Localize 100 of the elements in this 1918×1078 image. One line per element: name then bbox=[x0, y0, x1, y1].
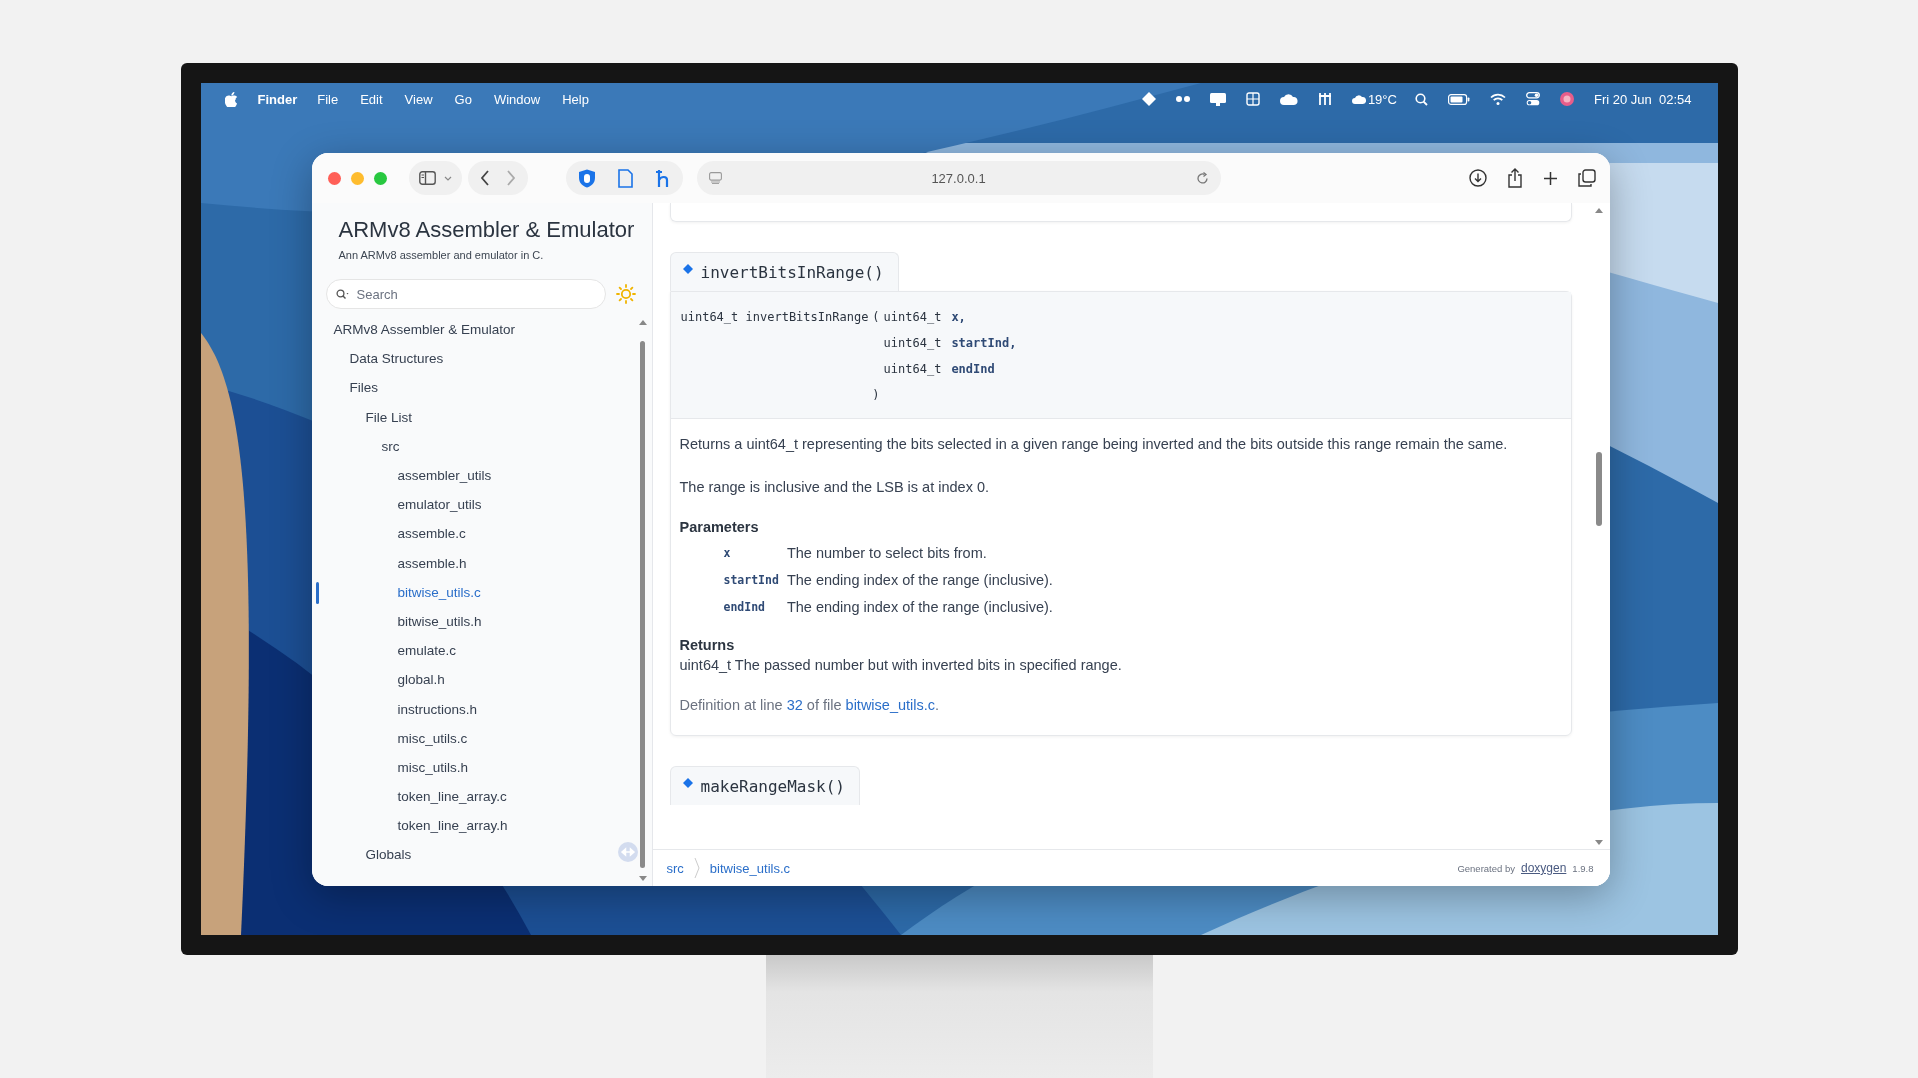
generated-by-text: Generated by bbox=[1457, 862, 1515, 874]
scroll-up-icon[interactable] bbox=[638, 319, 647, 325]
param-name: startInd bbox=[723, 573, 779, 587]
nav-tree-item[interactable]: global.h bbox=[397, 672, 445, 688]
param-description: The ending index of the range (inclusive). bbox=[786, 599, 1054, 615]
nav-tree-item[interactable]: misc_utils.h bbox=[397, 759, 469, 775]
nav-tree-item[interactable]: ARMv8 Assembler & Emulator bbox=[333, 322, 516, 338]
assistant-icon[interactable] bbox=[1559, 92, 1574, 106]
scroll-up-icon[interactable] bbox=[1594, 207, 1603, 213]
description-text: Returns a uint64_t representing the bits selected in a given range being inverted and the bits outside this range remain the same. bbox=[679, 435, 1509, 454]
menu-item[interactable]: Window bbox=[493, 91, 541, 107]
file-link[interactable]: bitwise_utils.c bbox=[845, 697, 935, 713]
paren: ( bbox=[872, 310, 880, 324]
new-tab-icon[interactable] bbox=[1542, 170, 1558, 186]
section-heading: Returns bbox=[679, 637, 736, 653]
line-link[interactable]: 32 bbox=[786, 697, 803, 713]
nav-tree-item[interactable]: assemble.c bbox=[397, 526, 466, 542]
nav-tree-item[interactable]: Files bbox=[349, 380, 378, 396]
scroll-down-icon[interactable] bbox=[638, 876, 647, 882]
address-bar[interactable]: 127.0.0.1 bbox=[696, 161, 1221, 195]
diamond-icon bbox=[682, 264, 693, 274]
breadcrumb-link[interactable]: bitwise_utils.c bbox=[709, 860, 791, 876]
app-menu[interactable]: Finder bbox=[257, 91, 298, 107]
shield-icon[interactable] bbox=[577, 168, 596, 188]
separator-icon bbox=[693, 857, 700, 879]
section-heading: Parameters bbox=[679, 519, 760, 535]
paren: ) bbox=[872, 388, 880, 402]
project-title: ARMv8 Assembler & Emulator bbox=[338, 217, 636, 243]
nav-tree-item[interactable]: instructions.h bbox=[397, 701, 478, 717]
param-name: startInd, bbox=[951, 336, 1017, 350]
diamond-icon bbox=[682, 778, 693, 788]
battery-icon[interactable] bbox=[1447, 93, 1470, 105]
param-description: The ending index of the range (inclusive). bbox=[786, 572, 1054, 588]
share-icon[interactable] bbox=[1506, 168, 1523, 188]
return-type: uint64_t bbox=[680, 310, 739, 324]
menu-item[interactable]: Go bbox=[454, 91, 472, 107]
search-field[interactable]: Search bbox=[325, 279, 606, 309]
grid-icon[interactable] bbox=[1245, 92, 1260, 106]
member-name: invertBitsInRange() bbox=[700, 262, 884, 282]
dots-icon[interactable] bbox=[1175, 96, 1190, 102]
scroll-down-icon[interactable] bbox=[1594, 840, 1603, 846]
caret-icon bbox=[443, 175, 452, 181]
description-text: The range is inclusive and the LSB is at index 0. bbox=[679, 478, 990, 497]
nav-tree-item[interactable]: Data Structures bbox=[349, 351, 444, 367]
nav-tree-item[interactable]: emulator_utils bbox=[397, 497, 482, 513]
param-name: x, bbox=[951, 310, 966, 324]
returns-text: uint64_t The passed number but with inverted bits in specified range. bbox=[679, 657, 1123, 673]
param-name: endInd bbox=[951, 362, 995, 376]
menu-item[interactable]: Help bbox=[562, 91, 589, 107]
selection-marker bbox=[315, 581, 319, 604]
sidebar-toggle-button[interactable] bbox=[408, 161, 462, 195]
scrollbar[interactable] bbox=[1593, 207, 1604, 846]
param-type: uint64_t bbox=[883, 336, 942, 350]
nav-tree-item[interactable]: src bbox=[381, 438, 400, 454]
back-button[interactable] bbox=[479, 170, 490, 186]
param-type: uint64_t bbox=[883, 310, 942, 324]
cloud-icon bbox=[1351, 94, 1366, 104]
wifi-icon[interactable] bbox=[1489, 93, 1506, 105]
definition-text: Definition at line 32 of file bitwise_utils.c. bbox=[679, 697, 941, 713]
tabs-icon[interactable] bbox=[1577, 169, 1596, 187]
bars-icon[interactable] bbox=[1317, 92, 1332, 106]
toggles-icon[interactable] bbox=[1525, 92, 1540, 106]
param-name: endInd bbox=[723, 600, 767, 614]
nav-tree-item[interactable]: emulate.c bbox=[397, 643, 457, 659]
close-button[interactable] bbox=[327, 171, 341, 185]
param-description: The number to select bits from. bbox=[786, 545, 988, 561]
document-icon[interactable] bbox=[617, 168, 633, 188]
nav-tree-item[interactable]: assembler_utils bbox=[397, 468, 492, 484]
search-icon[interactable] bbox=[1414, 92, 1428, 106]
breadcrumb-link[interactable]: src bbox=[666, 860, 684, 876]
nav-tree-item[interactable]: bitwise_utils.h bbox=[397, 613, 482, 629]
member-name: makeRangeMask() bbox=[700, 776, 845, 796]
function-name: invertBitsInRange bbox=[745, 310, 869, 324]
project-subtitle: Ann ARMv8 assembler and emulator in C. bbox=[338, 249, 545, 261]
nav-tree-item[interactable]: bitwise_utils.c bbox=[397, 584, 481, 600]
monitor-icon[interactable] bbox=[1209, 92, 1226, 106]
weather-reading[interactable]: 19°C bbox=[1351, 91, 1397, 107]
nav-tree-item[interactable]: Globals bbox=[365, 847, 412, 863]
sidebar-icon bbox=[418, 171, 436, 185]
page-icon bbox=[708, 172, 722, 184]
menu-item[interactable]: File bbox=[317, 91, 339, 107]
clock[interactable]: Fri 20 Jun 02:54 bbox=[1593, 91, 1692, 107]
nav-tree-item[interactable]: token_line_array.h bbox=[397, 818, 508, 834]
apple-icon[interactable] bbox=[224, 91, 238, 107]
generator-link[interactable]: doxygen bbox=[1521, 861, 1567, 875]
menu-item[interactable]: Edit bbox=[360, 91, 383, 107]
reload-icon[interactable] bbox=[1195, 171, 1209, 185]
menu-item[interactable]: View bbox=[404, 91, 433, 107]
hanging-letter-icon[interactable] bbox=[654, 168, 671, 188]
nav-tree-item[interactable]: File List bbox=[365, 409, 412, 425]
nav-tree-item[interactable]: misc_utils.c bbox=[397, 730, 468, 746]
diamond-icon[interactable] bbox=[1141, 92, 1156, 106]
resize-handle-icon[interactable] bbox=[617, 842, 638, 862]
param-type: uint64_t bbox=[883, 362, 942, 376]
nav-tree-item[interactable]: assemble.h bbox=[397, 555, 467, 571]
cloud-icon[interactable] bbox=[1279, 93, 1298, 105]
version-text: 1.9.8 bbox=[1572, 862, 1594, 874]
param-name: x bbox=[723, 546, 732, 560]
nav-tree-item[interactable]: token_line_array.c bbox=[397, 789, 507, 805]
download-icon[interactable] bbox=[1468, 169, 1487, 187]
